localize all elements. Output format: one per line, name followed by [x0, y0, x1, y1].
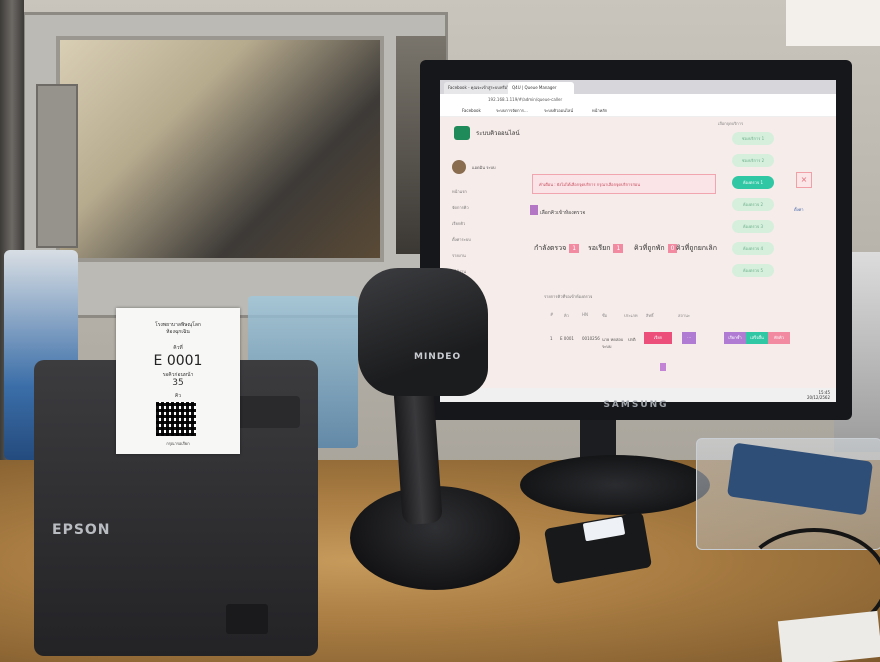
- ticket-unit-label: คิว: [174, 393, 182, 399]
- monitor-brand: SAMSUNG: [603, 400, 669, 410]
- ticket-queue-number: E 0001: [153, 353, 203, 369]
- table-header-type: ประเภท: [624, 313, 638, 318]
- user-name: แอดมิน ระบบ: [472, 165, 496, 170]
- stat-in-exam-value: 1: [569, 244, 580, 253]
- power-switch: [226, 604, 268, 634]
- table-cell-hn: 0010256: [582, 336, 600, 341]
- printer-brand: EPSON: [52, 522, 111, 538]
- photo-scene: Facebook - คุณจะเข้าสู่ระบบหรือไม่... Q4…: [0, 0, 880, 662]
- browser-tab-queue-manager[interactable]: Q4U | Queue Manager: [508, 82, 574, 94]
- window-lock: [36, 84, 78, 248]
- taskbar-clock: 15:45 20/12/2562: [806, 390, 830, 400]
- recall-button[interactable]: เรียกซ้ำ: [724, 332, 746, 344]
- queue-icon: [530, 205, 538, 215]
- sidebar-item-manage-queue[interactable]: จัดการคิว: [452, 204, 469, 211]
- table-header-name: ชื่อ: [602, 313, 608, 318]
- table-header-right: สิทธิ์: [646, 313, 654, 318]
- counter-button-1[interactable]: ช่องบริการ 1: [732, 132, 774, 145]
- ticket-header: โรงพยาบาลพิษณุโลก ห้องฉุกเฉิน: [155, 322, 201, 335]
- barcode-scanner: [358, 268, 488, 396]
- avatar: [452, 160, 466, 174]
- browser-tab-bar: Facebook - คุณจะเข้าสู่ระบบหรือไม่... Q4…: [440, 80, 836, 94]
- table-cell-name: นาย ทดสอบ ระบบ: [602, 337, 624, 349]
- row-more-button[interactable]: ⋯: [682, 332, 696, 344]
- right-panel-title: เลือกจุดบริการ: [718, 121, 744, 126]
- counter-button-3[interactable]: ห้องตรวจ 1: [732, 176, 774, 189]
- app-logo: [454, 126, 470, 140]
- browser-tab-facebook[interactable]: Facebook - คุณจะเข้าสู่ระบบหรือไม่...: [444, 82, 512, 94]
- close-icon[interactable]: ×: [796, 172, 812, 188]
- finish-button[interactable]: เสร็จสิ้น: [746, 332, 768, 344]
- window-glass: [56, 36, 384, 262]
- monitor-stand-base: [520, 455, 710, 515]
- bookmarks-bar: Facebook ระบบการจัดการ... ระบบคิวออนไลน์…: [440, 106, 836, 117]
- warning-alert: คำเตือน : ยังไม่ได้เลือกจุดบริการ กรุณาเ…: [532, 174, 716, 194]
- stat-in-exam: กำลังตรวจ 1: [534, 243, 580, 254]
- counter-button-5[interactable]: ห้องตรวจ 3: [732, 220, 774, 233]
- table-header-hn: HN: [582, 312, 588, 317]
- table-cell-type: ปกติ: [628, 337, 636, 342]
- stat-waiting: รอเรียก 1: [588, 243, 624, 254]
- sidebar-item-call-queue[interactable]: เรียกคิว: [452, 220, 465, 227]
- wall-papers: [786, 0, 880, 46]
- address-url: 192.168.1.119/#/admin/queue-caller: [488, 97, 563, 102]
- table-cell-queue: E 0001: [560, 336, 574, 341]
- monitor-screen: Facebook - คุณจะเข้าสู่ระบบหรือไม่... Q4…: [440, 80, 836, 402]
- ticket-waiting-count: 35: [172, 378, 184, 388]
- call-queue-button[interactable]: เรียก: [644, 332, 672, 344]
- counter-button-2[interactable]: ช่องบริการ 2: [732, 154, 774, 167]
- sidebar-item-home[interactable]: หน้าแรก: [452, 188, 467, 195]
- stat-on-hold: คิวที่ถูกพัก 0: [634, 243, 678, 254]
- ticket-queue-label: คิวที่: [173, 345, 183, 351]
- table-cell-no: 1: [550, 336, 553, 341]
- stat-cancelled: คิวที่ถูกยกเลิก: [676, 244, 717, 252]
- table-header-queue: คิว: [564, 313, 569, 318]
- table-header-no: #: [550, 312, 554, 317]
- counter-button-7[interactable]: ห้องตรวจ 5: [732, 264, 774, 277]
- queue-ticket: โรงพยาบาลพิษณุโลก ห้องฉุกเฉิน คิวที่ E 0…: [116, 308, 240, 454]
- pagination-current[interactable]: [660, 363, 666, 371]
- ticket-footer: กรุณารอเรียก: [166, 441, 190, 446]
- table-header-status: สถานะ: [678, 313, 690, 318]
- sidebar-item-settings[interactable]: ตั้งค่าระบบ: [452, 236, 471, 243]
- bookmark-queue-online[interactable]: ระบบคิวออนไลน์: [544, 107, 573, 115]
- app-title: ระบบคิวออนไลน์: [476, 130, 520, 137]
- table-title: รายการคิวที่รอเข้าห้องตรวจ: [544, 294, 593, 299]
- settings-link[interactable]: ตั้งค่า: [794, 206, 803, 213]
- counter-button-6[interactable]: ห้องตรวจ 4: [732, 242, 774, 255]
- hold-button[interactable]: พักคิว: [768, 332, 790, 344]
- stat-waiting-value: 1: [613, 244, 624, 253]
- bookmark-facebook[interactable]: Facebook: [462, 107, 481, 115]
- section-title: เลือกคิวเข้าห้องตรวจ: [540, 210, 586, 216]
- bookmark-management[interactable]: ระบบการจัดการ...: [496, 107, 528, 115]
- warning-alert-text: คำเตือน : ยังไม่ได้เลือกจุดบริการ กรุณาเ…: [539, 182, 641, 187]
- counter-button-4[interactable]: ห้องตรวจ 2: [732, 198, 774, 211]
- sidebar-item-reports[interactable]: รายงาน: [452, 252, 466, 259]
- bookmark-home[interactable]: หน้าหลัก: [592, 107, 607, 115]
- qr-code-icon: [156, 402, 196, 436]
- scanner-brand: MINDEO: [414, 352, 462, 362]
